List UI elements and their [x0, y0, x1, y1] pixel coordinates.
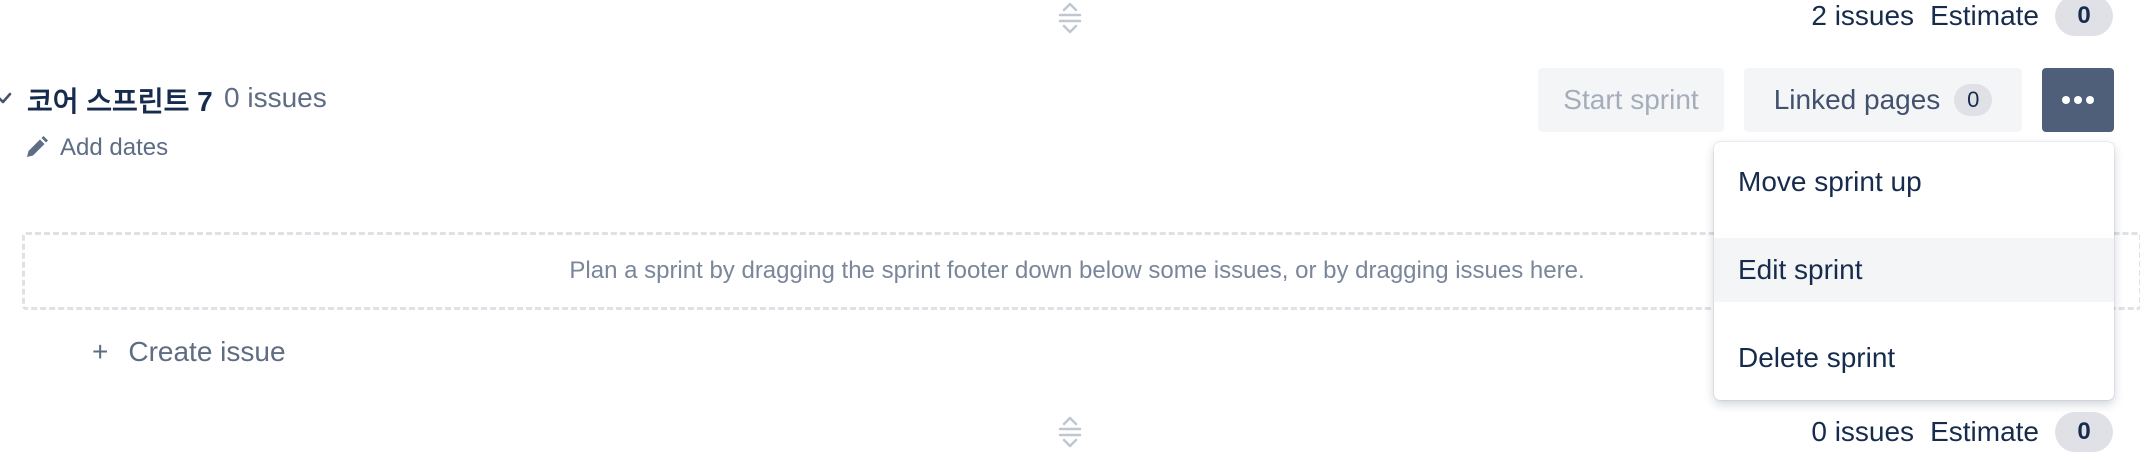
- more-actions-button[interactable]: [2042, 68, 2114, 132]
- plus-icon: +: [92, 336, 109, 367]
- create-issue-label: Create issue: [128, 336, 286, 367]
- add-dates-button[interactable]: Add dates: [22, 134, 168, 162]
- linked-pages-count-badge: 0: [1954, 84, 1993, 116]
- linked-pages-label: Linked pages: [1773, 84, 1941, 115]
- drag-handle-icon[interactable]: [1055, 414, 1085, 450]
- start-sprint-button[interactable]: Start sprint: [1538, 68, 1724, 132]
- estimate-count-badge: 0: [2055, 0, 2113, 36]
- previous-sprint-footer: 2 issues Estimate 0: [1811, 0, 2113, 36]
- estimate-label: Estimate: [1930, 0, 2039, 31]
- issue-count-text: 0 issues: [1811, 416, 1915, 447]
- sprint-issue-count: 0 issues: [224, 82, 327, 113]
- backlog-sprint-section: 2 issues Estimate 0 코어 스프린트 7 0 issues A…: [0, 0, 2140, 460]
- chevron-down-icon[interactable]: [0, 86, 12, 110]
- menu-item-edit-sprint[interactable]: Edit sprint: [1714, 238, 2114, 302]
- add-dates-label: Add dates: [60, 134, 169, 161]
- menu-item-delete-sprint[interactable]: Delete sprint: [1714, 326, 2114, 390]
- create-issue-button[interactable]: + Create issue: [92, 336, 286, 368]
- issue-count-text: 2 issues: [1811, 0, 1915, 31]
- drag-handle-icon[interactable]: [1055, 0, 1085, 36]
- drop-zone-hint: Plan a sprint by dragging the sprint foo…: [569, 257, 1585, 284]
- more-horizontal-icon: [2061, 95, 2095, 105]
- sprint-title[interactable]: 코어 스프린트 7: [27, 80, 213, 120]
- estimate-count-badge: 0: [2055, 412, 2113, 452]
- sprint-footer: 0 issues Estimate 0: [1811, 412, 2113, 452]
- pencil-icon: [22, 134, 50, 162]
- menu-item-move-sprint-up[interactable]: Move sprint up: [1714, 150, 2114, 214]
- sprint-actions-menu: Move sprint up Edit sprint Delete sprint: [1714, 142, 2114, 400]
- linked-pages-button[interactable]: Linked pages 0: [1744, 68, 2022, 132]
- estimate-label: Estimate: [1930, 416, 2039, 447]
